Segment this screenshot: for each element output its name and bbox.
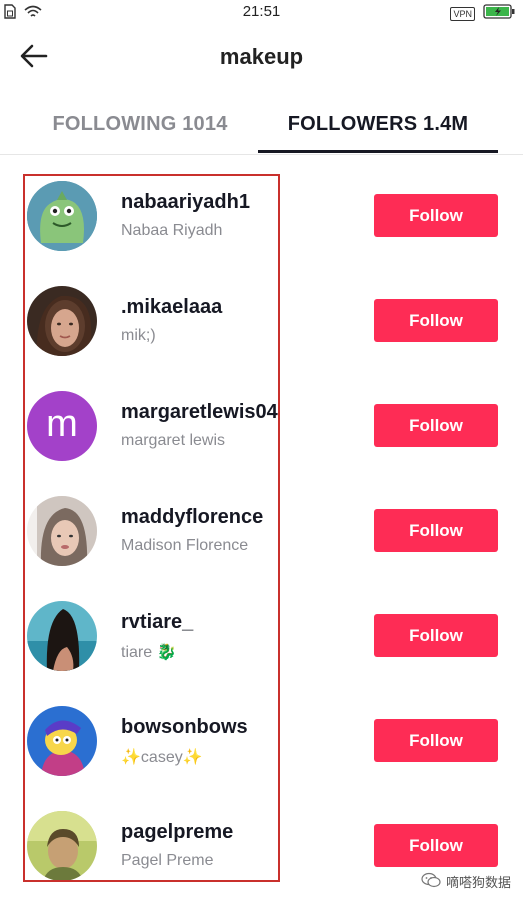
watermark-text: 嘀嗒狗数据 (445, 875, 511, 890)
avatar-letter: m (46, 402, 78, 445)
tab-bar: FOLLOWING 1014 FOLLOWERS 1.4M (0, 96, 523, 155)
follow-button[interactable]: Follow (374, 299, 498, 342)
username[interactable]: pagelpreme (121, 821, 233, 844)
follow-button[interactable]: Follow (374, 824, 498, 867)
display-name: Pagel Preme (121, 852, 214, 869)
username[interactable]: .mikaelaaa (121, 296, 222, 319)
wechat-icon (421, 872, 441, 891)
follow-button[interactable]: Follow (374, 194, 498, 237)
tab-followers[interactable]: FOLLOWERS 1.4M (258, 96, 498, 152)
tab-following[interactable]: FOLLOWING 1014 (24, 96, 256, 152)
list-item[interactable]: .mikaelaaa mik;) Follow (0, 280, 523, 385)
battery-charging-icon (483, 4, 515, 24)
avatar[interactable] (27, 496, 97, 566)
avatar[interactable] (27, 601, 97, 671)
avatar[interactable]: m (27, 391, 97, 461)
display-name: margaret lewis (121, 432, 226, 449)
username[interactable]: margaretlewis04 (121, 401, 278, 424)
username[interactable]: nabaariyadh1 (121, 191, 250, 214)
avatar[interactable] (27, 181, 97, 251)
status-bar: 21:51 VPN (0, 0, 523, 26)
list-item[interactable]: rvtiare_ tiare 🐉 Follow (0, 595, 523, 700)
list-item[interactable]: pagelpreme Pagel Preme Follow (0, 805, 523, 910)
list-item[interactable]: nabaariyadh1 Nabaa Riyadh Follow (0, 175, 523, 280)
avatar[interactable] (27, 811, 97, 881)
list-item[interactable]: bowsonbows ✨casey✨ Follow (0, 700, 523, 805)
display-name: ✨casey✨ (121, 749, 203, 766)
follow-button[interactable]: Follow (374, 614, 498, 657)
header: makeup (0, 30, 523, 86)
follow-button[interactable]: Follow (374, 404, 498, 447)
list-item[interactable]: maddyflorence Madison Florence Follow (0, 490, 523, 595)
watermark: 嘀嗒狗数据 (421, 872, 511, 891)
display-name: mik;) (121, 327, 156, 344)
follow-button[interactable]: Follow (374, 509, 498, 552)
status-time: 21:51 (242, 3, 281, 20)
display-name: Nabaa Riyadh (121, 222, 223, 239)
active-tab-indicator (258, 150, 498, 153)
list-item[interactable]: m margaretlewis04 margaret lewis Follow (0, 385, 523, 490)
display-name: tiare 🐉 (121, 644, 177, 661)
vpn-badge: VPN (450, 7, 475, 21)
avatar[interactable] (27, 286, 97, 356)
avatar[interactable] (27, 706, 97, 776)
username[interactable]: bowsonbows (121, 716, 248, 739)
page-title: makeup (219, 44, 304, 69)
display-name: Madison Florence (121, 537, 249, 554)
follow-button[interactable]: Follow (374, 719, 498, 762)
username[interactable]: rvtiare_ (121, 611, 193, 634)
username[interactable]: maddyflorence (121, 506, 263, 529)
